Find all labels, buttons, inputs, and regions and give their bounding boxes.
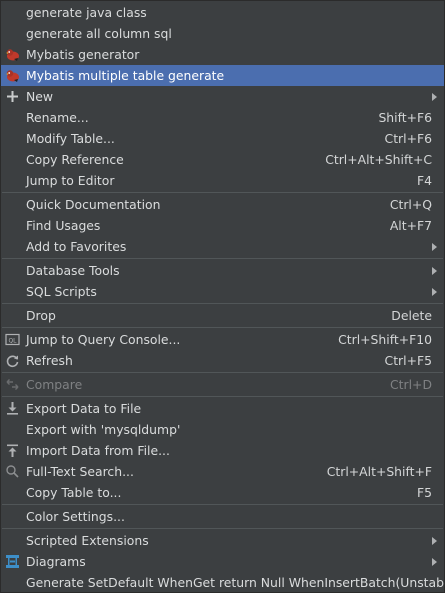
menu-item-shortcut: Shift+F6 [378,110,432,125]
menu-item-label: Rename... [26,110,89,125]
menu-item-refresh[interactable]: Refresh Ctrl+F5 [1,350,444,371]
menu-item-shortcut: Delete [391,308,432,323]
menu-item-generate-setdefault[interactable]: Generate SetDefault WhenGet return Null … [1,572,445,593]
menu-item-shortcut: Ctrl+Shift+F10 [338,332,432,347]
mybatis-bird-icon [5,47,20,62]
menu-item-label: generate java class [26,5,147,20]
menu-item-new[interactable]: New [1,86,444,107]
menu-item-label: Mybatis multiple table generate [26,68,225,83]
svg-text:QL: QL [8,338,17,345]
menu-item-shortcut: Ctrl+Alt+Shift+C [325,152,432,167]
menu-item-label: Modify Table... [26,131,115,146]
menu-item-shortcut: Alt+F7 [389,218,432,233]
menu-item-label: Copy Reference [26,152,124,167]
menu-item-label: Color Settings... [26,509,125,524]
submenu-arrow-icon [432,558,437,566]
menu-item-shortcut: F4 [416,173,432,188]
menu-item-label: Add to Favorites [26,239,127,254]
menu-item-jump-to-editor[interactable]: Jump to Editor F4 [1,170,444,191]
menu-item-find-usages[interactable]: Find Usages Alt+F7 [1,215,444,236]
menu-item-label: Full-Text Search... [26,464,134,479]
context-menu: generate java class generate all column … [0,0,445,593]
menu-item-quick-documentation[interactable]: Quick Documentation Ctrl+Q [1,194,444,215]
menu-separator [2,504,443,505]
menu-item-label: Refresh [26,353,73,368]
menu-item-label: Mybatis generator [26,47,140,62]
menu-item-compare[interactable]: Compare Ctrl+D [1,374,444,395]
menu-separator [2,258,443,259]
import-icon [5,443,20,458]
menu-item-sql-scripts[interactable]: SQL Scripts [1,281,444,302]
menu-item-generate-java-class[interactable]: generate java class [1,2,444,23]
menu-item-label: Quick Documentation [26,197,161,212]
menu-separator [2,528,443,529]
menu-item-label: Database Tools [26,263,120,278]
menu-item-rename[interactable]: Rename... Shift+F6 [1,107,444,128]
menu-item-label: Drop [26,308,56,323]
submenu-arrow-icon [432,267,437,275]
menu-item-label: Export with 'mysqldump' [26,422,181,437]
menu-separator [2,372,443,373]
mybatis-bird-icon [5,68,20,83]
menu-item-color-settings[interactable]: Color Settings... [1,506,444,527]
menu-item-label: Scripted Extensions [26,533,149,548]
menu-item-export-data-to-file[interactable]: Export Data to File [1,398,444,419]
menu-item-label: Find Usages [26,218,101,233]
menu-item-add-to-favorites[interactable]: Add to Favorites [1,236,444,257]
menu-separator [2,303,443,304]
menu-item-label: generate all column sql [26,26,172,41]
export-icon [5,401,20,416]
search-icon [5,464,20,479]
menu-item-modify-table[interactable]: Modify Table... Ctrl+F6 [1,128,444,149]
submenu-arrow-icon [432,537,437,545]
menu-item-jump-to-query-console[interactable]: QL Jump to Query Console... Ctrl+Shift+F… [1,329,444,350]
menu-item-shortcut: Ctrl+Q [389,197,432,212]
menu-item-export-with-mysqldump[interactable]: Export with 'mysqldump' [1,419,444,440]
query-console-icon: QL [5,332,20,347]
menu-item-label: Copy Table to... [26,485,122,500]
menu-separator [2,327,443,328]
menu-item-database-tools[interactable]: Database Tools [1,260,444,281]
menu-item-copy-table-to[interactable]: Copy Table to... F5 [1,482,444,503]
submenu-arrow-icon [432,288,437,296]
menu-item-shortcut: F5 [416,485,432,500]
menu-item-mybatis-generator[interactable]: Mybatis generator [1,44,444,65]
menu-item-label: Compare [26,377,83,392]
menu-item-label: SQL Scripts [26,284,97,299]
menu-item-drop[interactable]: Drop Delete [1,305,444,326]
menu-item-label: Jump to Editor [26,173,115,188]
menu-item-generate-all-column-sql[interactable]: generate all column sql [1,23,444,44]
menu-item-label: Diagrams [26,554,86,569]
plus-icon [5,89,20,104]
menu-item-shortcut: Ctrl+F5 [384,353,432,368]
menu-item-scripted-extensions[interactable]: Scripted Extensions [1,530,444,551]
compare-icon [5,377,20,392]
menu-item-label: Export Data to File [26,401,142,416]
menu-separator [2,192,443,193]
menu-item-diagrams[interactable]: Diagrams [1,551,444,572]
menu-item-label: Import Data from File... [26,443,170,458]
menu-separator [2,396,443,397]
menu-item-shortcut: Ctrl+Alt+Shift+F [326,464,432,479]
menu-item-mybatis-multiple-table-generate[interactable]: Mybatis multiple table generate [1,65,444,86]
menu-item-shortcut: Ctrl+F6 [384,131,432,146]
menu-item-copy-reference[interactable]: Copy Reference Ctrl+Alt+Shift+C [1,149,444,170]
menu-item-full-text-search[interactable]: Full-Text Search... Ctrl+Alt+Shift+F [1,461,444,482]
menu-item-label: Jump to Query Console... [26,332,181,347]
menu-item-import-data-from-file[interactable]: Import Data from File... [1,440,444,461]
submenu-arrow-icon [432,93,437,101]
diagram-icon [5,554,20,569]
menu-item-label: Generate SetDefault WhenGet return Null … [26,575,445,590]
refresh-icon [5,353,20,368]
submenu-arrow-icon [432,243,437,251]
menu-item-label: New [26,89,54,104]
menu-item-shortcut: Ctrl+D [390,377,432,392]
